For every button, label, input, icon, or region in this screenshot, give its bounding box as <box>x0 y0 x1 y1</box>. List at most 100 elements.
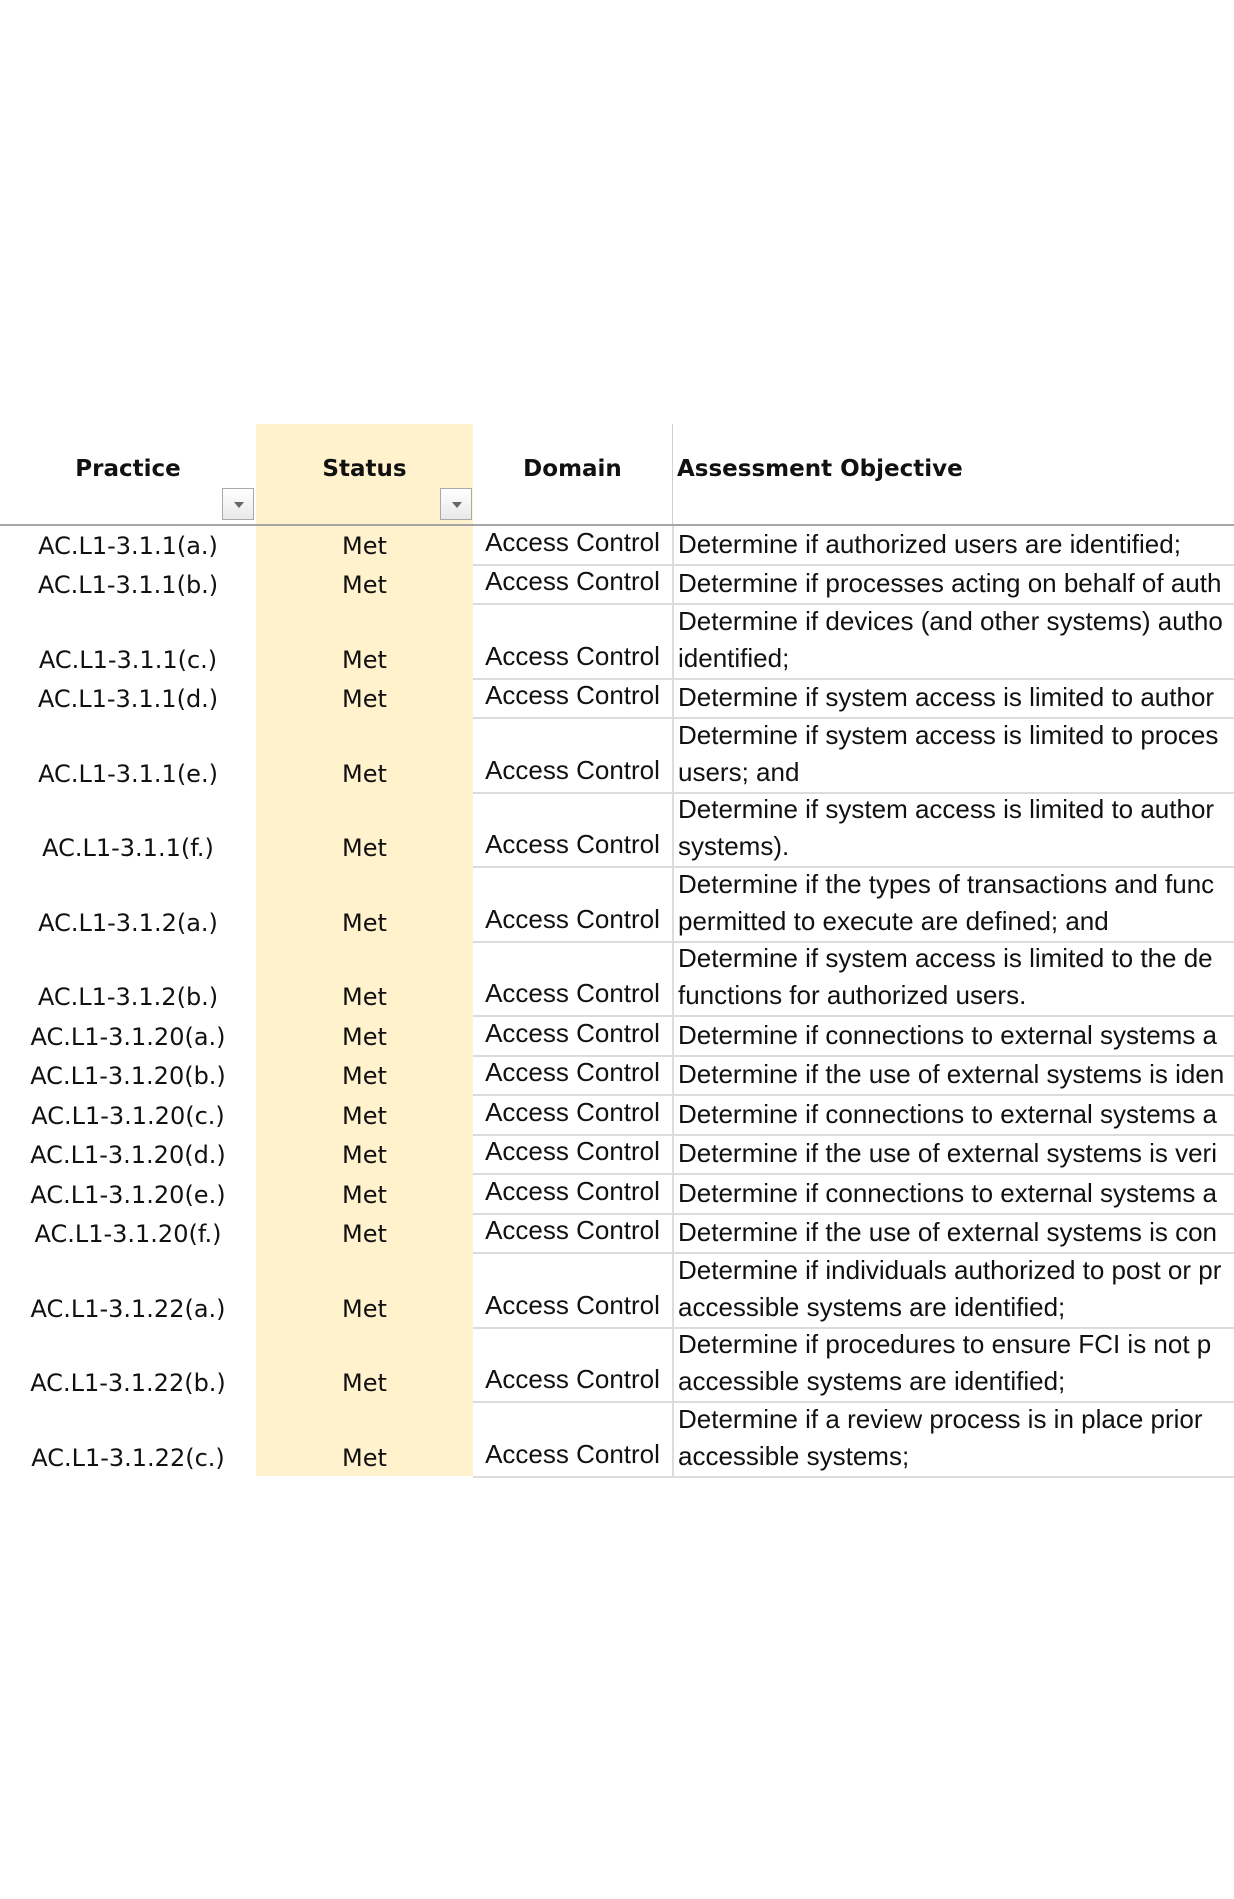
status-cell[interactable]: Met <box>256 1215 473 1255</box>
domain-cell[interactable]: Access Control <box>473 943 672 1017</box>
status-cell[interactable]: Met <box>256 680 473 720</box>
status-cell[interactable]: Met <box>256 526 473 566</box>
practice-cell-text: AC.L1-3.1.20(c.) <box>31 1101 225 1130</box>
objective-line: Determine if system access is limited to… <box>678 794 1215 824</box>
status-cell-text: Met <box>342 685 387 713</box>
domain-cell[interactable]: Access Control <box>473 719 672 794</box>
objective-cell[interactable]: Determine if the use of external systems… <box>672 1214 1234 1254</box>
objective-cell-text: Determine if authorized users are identi… <box>678 526 1234 563</box>
objective-cell[interactable]: Determine if the use of external systems… <box>672 1056 1234 1096</box>
domain-cell[interactable]: Access Control <box>473 794 672 868</box>
practice-cell[interactable]: AC.L1-3.1.20(a.) <box>0 1017 256 1057</box>
domain-cell[interactable]: Access Control <box>473 1254 672 1329</box>
status-cell-text: Met <box>342 1022 387 1051</box>
practice-cell[interactable]: AC.L1-3.1.1(c.) <box>0 605 256 680</box>
status-cell[interactable]: Met <box>256 1017 473 1057</box>
table-row: AC.L1-3.1.20(a.) Met Access Control Determi… <box>0 1017 1234 1057</box>
domain-cell[interactable]: Access Control <box>473 1136 672 1175</box>
domain-cell-text: Access Control <box>485 526 660 557</box>
table-row: AC.L1-3.1.20(d.) Met Access Control Determi… <box>0 1135 1234 1176</box>
status-cell[interactable]: Met <box>256 868 473 943</box>
domain-cell-text: Access Control <box>485 754 660 785</box>
status-cell[interactable]: Met <box>256 1096 473 1136</box>
objective-cell-text: Determine if individuals authorized to p… <box>678 1254 1234 1326</box>
status-filter-button[interactable] <box>440 488 472 520</box>
domain-cell[interactable]: Access Control <box>473 526 672 566</box>
objective-cell[interactable]: Determine if individuals authorized to p… <box>672 1254 1234 1329</box>
status-cell[interactable]: Met <box>256 1403 473 1478</box>
domain-cell[interactable]: Access Control <box>473 605 672 680</box>
practice-cell[interactable]: AC.L1-3.1.1(d.) <box>0 680 256 720</box>
practice-cell-text: AC.L1-3.1.20(f.) <box>34 1220 222 1248</box>
domain-cell-text: Access Control <box>485 1017 660 1048</box>
objective-cell[interactable]: Determine if procedures to ensure FCI is… <box>672 1328 1234 1403</box>
objective-line: accessible systems are identified; <box>678 1366 1066 1396</box>
practice-cell[interactable]: AC.L1-3.1.2(a.) <box>0 868 256 943</box>
practice-cell[interactable]: AC.L1-3.1.20(f.) <box>0 1215 256 1255</box>
status-cell[interactable]: Met <box>256 719 473 794</box>
practice-cell[interactable]: AC.L1-3.1.20(e.) <box>0 1175 256 1215</box>
domain-cell[interactable]: Access Control <box>473 1215 672 1254</box>
objective-cell[interactable]: Determine if devices (and other systems)… <box>672 605 1234 680</box>
objective-line: Determine if the use of external systems… <box>678 1059 1225 1089</box>
table-row: AC.L1-3.1.1(b.) Met Access Control Determin… <box>0 565 1234 606</box>
domain-cell-text: Access Control <box>485 829 660 859</box>
status-cell-text: Met <box>342 834 387 862</box>
practice-cell-text: AC.L1-3.1.1(c.) <box>38 645 218 674</box>
practice-cell[interactable]: AC.L1-3.1.20(c.) <box>0 1096 256 1136</box>
status-cell[interactable]: Met <box>256 943 473 1018</box>
practice-cell[interactable]: AC.L1-3.1.20(d.) <box>0 1136 256 1176</box>
practice-cell[interactable]: AC.L1-3.1.20(b.) <box>0 1057 256 1097</box>
objective-line: permitted to execute are defined; and <box>678 905 1109 936</box>
objective-cell[interactable]: Determine if system access is limited to… <box>672 942 1234 1017</box>
domain-cell[interactable]: Access Control <box>473 1017 672 1057</box>
status-cell[interactable]: Met <box>256 1175 473 1215</box>
status-cell[interactable]: Met <box>256 566 473 606</box>
objective-cell[interactable]: Determine if a review process is in plac… <box>672 1403 1234 1478</box>
practice-cell[interactable]: AC.L1-3.1.1(e.) <box>0 719 256 794</box>
objective-cell[interactable]: Determine if connections to external sys… <box>672 1096 1234 1136</box>
status-cell[interactable]: Met <box>256 1254 473 1329</box>
header-domain: Domain <box>473 424 672 524</box>
objective-line: Determine if devices (and other systems)… <box>678 605 1223 636</box>
objective-cell-text: Determine if system access is limited to… <box>678 943 1234 1015</box>
domain-cell[interactable]: Access Control <box>473 680 672 719</box>
objective-cell[interactable]: Determine if authorized users are identi… <box>672 526 1234 566</box>
domain-cell[interactable]: Access Control <box>473 868 672 943</box>
objective-cell[interactable]: Determine if connections to external sys… <box>672 1175 1234 1215</box>
domain-cell[interactable]: Access Control <box>473 1175 672 1215</box>
objective-cell[interactable]: Determine if processes acting on behalf … <box>672 565 1234 605</box>
practice-cell[interactable]: AC.L1-3.1.1(f.) <box>0 794 256 869</box>
status-cell-text: Met <box>342 571 387 599</box>
practice-cell[interactable]: AC.L1-3.1.2(b.) <box>0 943 256 1018</box>
status-cell-text: Met <box>342 1294 387 1323</box>
table-header-row: Practice Status Domain Assessment Object… <box>0 424 1234 526</box>
status-cell[interactable]: Met <box>256 605 473 680</box>
objective-cell[interactable]: Determine if system access is limited to… <box>672 719 1234 794</box>
practice-cell[interactable]: AC.L1-3.1.1(a.) <box>0 526 256 566</box>
practice-cell[interactable]: AC.L1-3.1.22(c.) <box>0 1403 256 1478</box>
practice-cell[interactable]: AC.L1-3.1.22(b.) <box>0 1329 256 1404</box>
domain-cell[interactable]: Access Control <box>473 1403 672 1478</box>
status-cell[interactable]: Met <box>256 1329 473 1404</box>
domain-cell[interactable]: Access Control <box>473 1329 672 1403</box>
practice-cell[interactable]: AC.L1-3.1.1(b.) <box>0 566 256 606</box>
domain-cell[interactable]: Access Control <box>473 566 672 605</box>
practice-cell-text: AC.L1-3.1.2(a.) <box>38 908 218 937</box>
objective-line: Determine if a review process is in plac… <box>678 1403 1203 1434</box>
objective-line: Determine if connections to external sys… <box>678 1019 1218 1050</box>
objective-cell[interactable]: Determine if connections to external sys… <box>672 1017 1234 1057</box>
status-cell[interactable]: Met <box>256 794 473 869</box>
practice-filter-button[interactable] <box>222 488 254 520</box>
objective-cell[interactable]: Determine if system access is limited to… <box>672 793 1234 868</box>
status-cell-text: Met <box>342 908 387 937</box>
status-cell[interactable]: Met <box>256 1057 473 1097</box>
objective-cell[interactable]: Determine if the use of external systems… <box>672 1135 1234 1175</box>
practice-cell[interactable]: AC.L1-3.1.22(a.) <box>0 1254 256 1329</box>
objective-cell[interactable]: Determine if system access is limited to… <box>672 679 1234 719</box>
objective-cell[interactable]: Determine if the types of transactions a… <box>672 868 1234 943</box>
status-cell-text: Met <box>342 531 387 560</box>
domain-cell[interactable]: Access Control <box>473 1057 672 1096</box>
status-cell[interactable]: Met <box>256 1136 473 1176</box>
domain-cell[interactable]: Access Control <box>473 1096 672 1136</box>
